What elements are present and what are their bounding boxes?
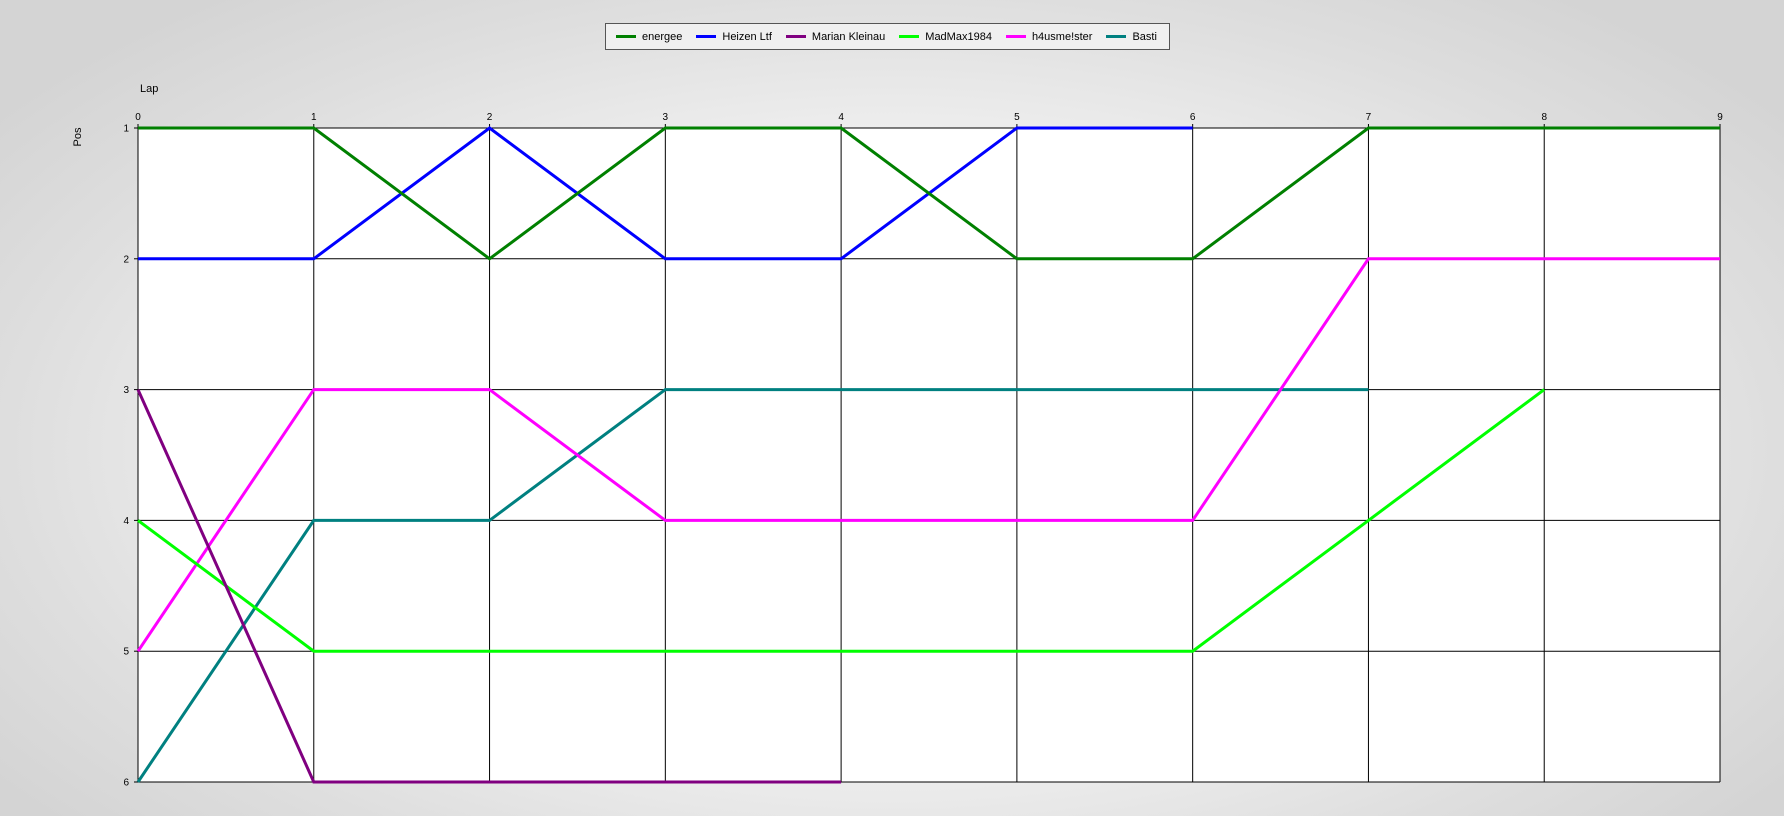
x-tick-label: 3 <box>663 112 669 123</box>
position-chart: 0 1 2 3 4 5 6 7 8 9123456LapPos <box>72 83 1723 789</box>
x-tick-label: 8 <box>1541 112 1547 123</box>
x-tick-label: 7 <box>1366 112 1372 123</box>
legend-swatch <box>1005 35 1026 38</box>
chart-legend: energee Heizen Ltf Marian Kleinau MadMax198… <box>605 23 1170 50</box>
legend-item: h4usme!ster <box>1005 30 1093 43</box>
y-tick-label: 2 <box>123 254 129 265</box>
x-axis-title: Lap <box>140 83 158 95</box>
x-tick-label: 9 <box>1717 112 1723 123</box>
legend-label: Marian Kleinau <box>811 30 886 43</box>
x-tick-label: 4 <box>838 112 844 123</box>
legend-item: MadMax1984 <box>899 31 992 43</box>
legend-label: energee <box>642 30 683 43</box>
legend-swatch <box>616 35 636 38</box>
legend-swatch <box>899 35 920 38</box>
y-tick-label: 1 <box>123 124 129 135</box>
y-tick-label: 5 <box>123 647 129 658</box>
chart-area: 0 1 2 3 4 5 6 7 8 9 1 2 3 4 5 6 Lap Pos energee Heizen Ltf… <box>0 0 1784 816</box>
legend-item: Heizen Ltf <box>696 31 772 43</box>
y-tick-label: 6 <box>123 778 129 789</box>
legend-swatch <box>1106 35 1127 38</box>
legend-swatch <box>696 35 717 38</box>
x-tick-label: 0 <box>135 112 141 123</box>
plot-background <box>138 128 1720 782</box>
legend-item: energee <box>616 31 682 43</box>
legend-label: Heizen Ltf <box>722 30 772 43</box>
legend-swatch <box>785 35 806 38</box>
x-tick-label: 1 <box>311 112 317 123</box>
y-tick-label: 3 <box>123 385 129 396</box>
x-tick-label: 6 <box>1190 112 1196 123</box>
legend-item: Basti <box>1106 30 1157 43</box>
legend-label: MadMax1984 <box>925 30 992 43</box>
y-axis-title: Pos <box>72 127 84 146</box>
x-tick-label: 2 <box>487 112 493 123</box>
y-tick-label: 4 <box>123 516 129 527</box>
legend-label: h4usme!ster <box>1031 30 1093 43</box>
x-tick-label: 5 <box>1014 112 1020 123</box>
legend-item: Marian Kleinau <box>785 30 886 43</box>
legend-label: Basti <box>1132 30 1157 43</box>
